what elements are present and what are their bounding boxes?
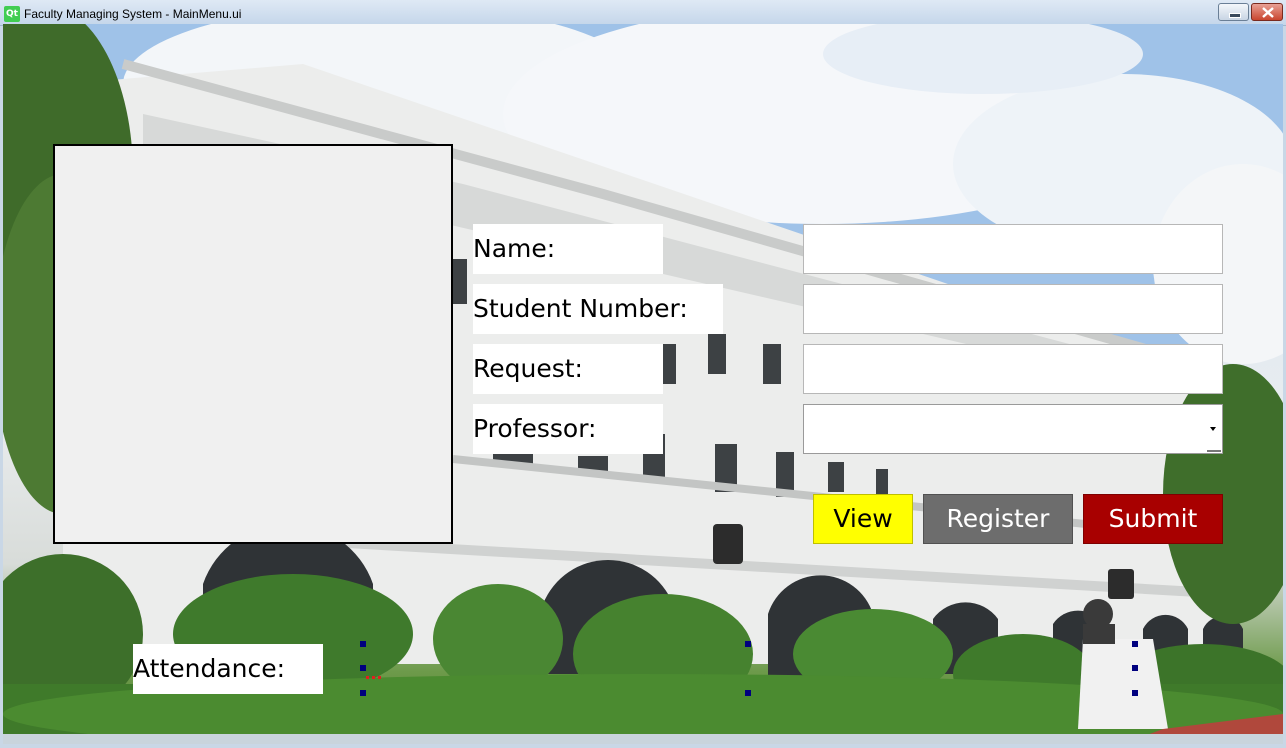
selection-handle[interactable]: [360, 665, 366, 671]
selection-handle[interactable]: [360, 641, 366, 647]
close-icon: [1262, 7, 1274, 18]
professor-label: Professor:: [473, 404, 663, 454]
selection-handle[interactable]: [360, 690, 366, 696]
student-number-label: Student Number:: [473, 284, 723, 334]
combobox-resize-corner: [1207, 450, 1221, 452]
selection-handle[interactable]: [1132, 641, 1138, 647]
window-title-bar[interactable]: Qt Faculty Managing System - MainMenu.ui: [0, 0, 1286, 26]
layout-marker: [378, 676, 381, 679]
request-label: Request:: [473, 344, 663, 394]
dropdown-arrow-icon: [1210, 427, 1216, 431]
layout-marker: [372, 676, 375, 679]
qt-app-icon: Qt: [4, 6, 20, 22]
layout-marker: [366, 676, 369, 679]
main-window-client-area: Name: Student Number: Request: Professor…: [3, 24, 1283, 744]
close-button[interactable]: [1251, 3, 1283, 21]
selection-handle[interactable]: [1132, 690, 1138, 696]
professor-combobox[interactable]: [803, 404, 1223, 454]
window-title: Faculty Managing System - MainMenu.ui: [24, 7, 242, 21]
selection-handle[interactable]: [745, 690, 751, 696]
selection-handle[interactable]: [1132, 665, 1138, 671]
student-number-input[interactable]: [803, 284, 1223, 334]
request-input[interactable]: [803, 344, 1223, 394]
submit-button[interactable]: Submit: [1083, 494, 1223, 544]
minimize-button[interactable]: [1218, 3, 1249, 21]
name-input[interactable]: [803, 224, 1223, 274]
name-label: Name:: [473, 224, 663, 274]
selection-handle[interactable]: [745, 641, 751, 647]
student-photo-frame: [53, 144, 453, 544]
view-button[interactable]: View: [813, 494, 913, 544]
register-button[interactable]: Register: [923, 494, 1073, 544]
attendance-label: Attendance:: [133, 644, 323, 694]
